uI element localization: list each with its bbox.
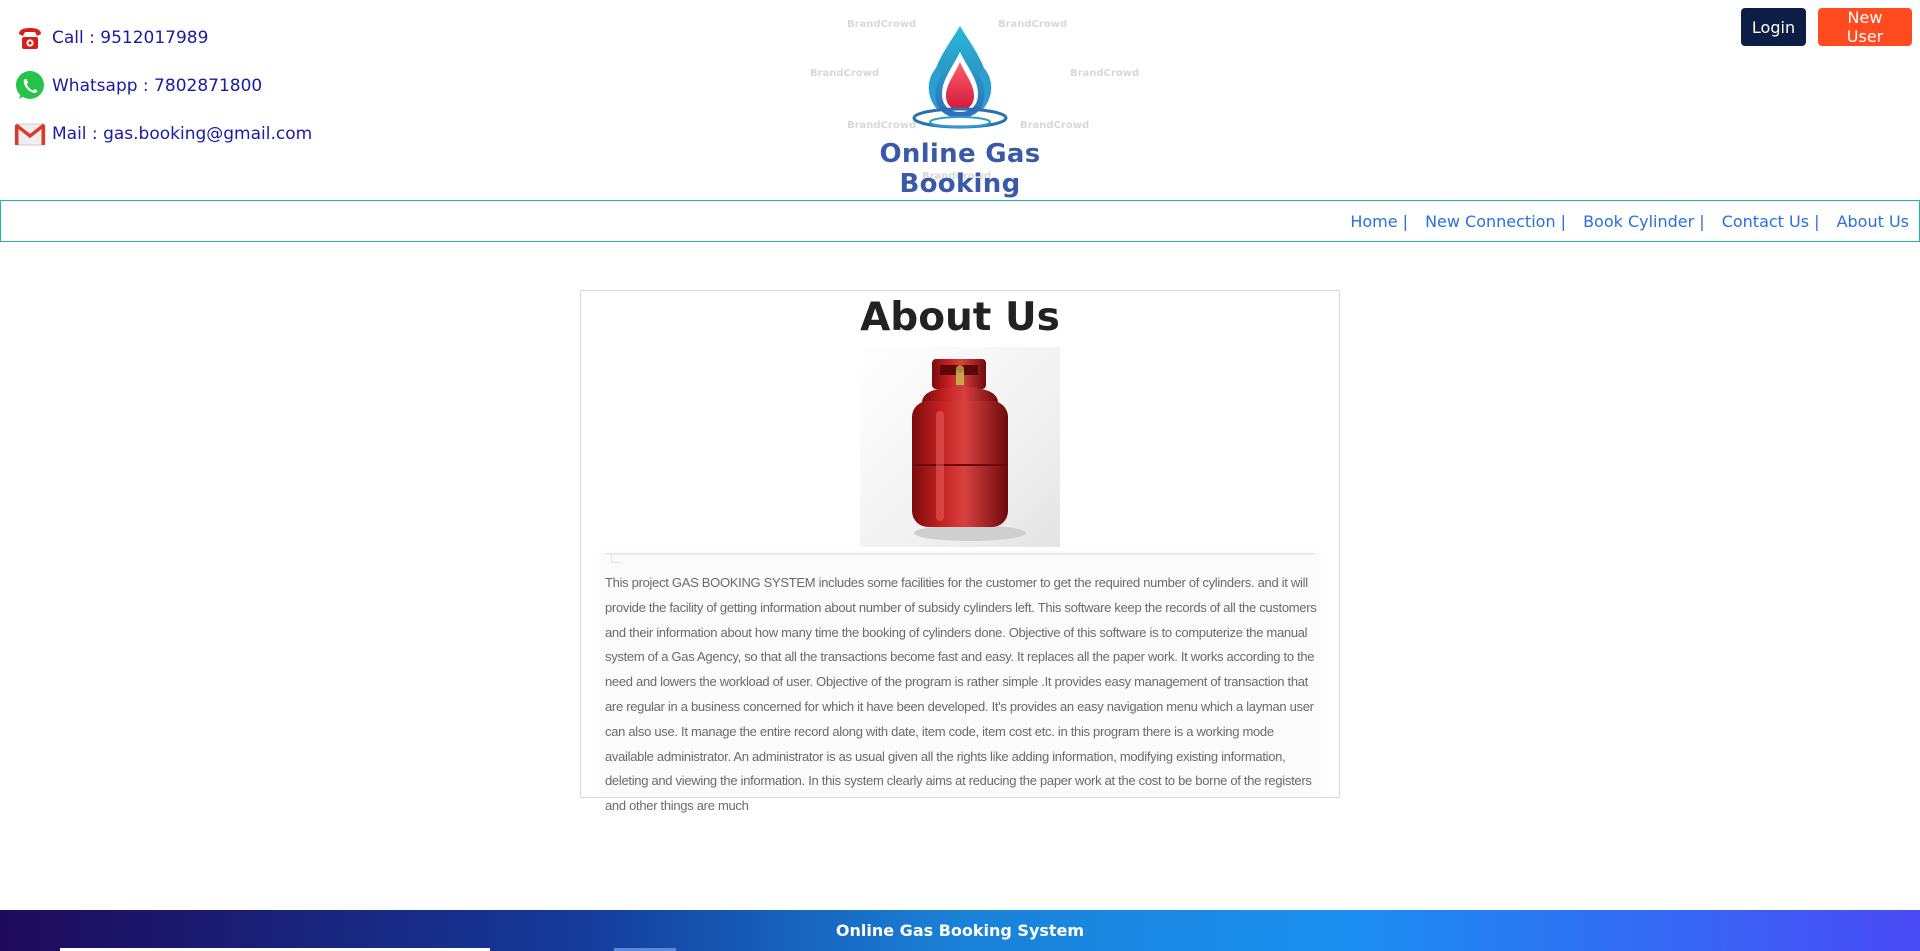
- new-user-button[interactable]: New User: [1818, 8, 1912, 46]
- gas-cylinder-image: [860, 347, 1060, 547]
- about-description: This project GAS BOOKING SYSTEM includes…: [605, 575, 1317, 814]
- contact-whatsapp: Whatsapp : 7802871800: [14, 70, 312, 102]
- whatsapp-icon: [14, 70, 46, 102]
- divider: [605, 553, 1315, 555]
- logo-title: Online Gas Booking: [879, 139, 1041, 199]
- main-nav: Home | New Connection | Book Cylinder | …: [0, 200, 1920, 242]
- site-header: Call : 9512017989 Whatsapp : 7802871800: [0, 0, 1920, 200]
- nav-item-new-connection[interactable]: New Connection |: [1425, 212, 1566, 231]
- call-text: Call : 9512017989: [52, 28, 209, 48]
- divider-notch: [611, 555, 621, 563]
- nav-item-about-us[interactable]: About Us: [1837, 212, 1909, 231]
- gas-cylinder-icon: [912, 359, 1026, 541]
- login-button[interactable]: Login: [1741, 8, 1806, 46]
- about-text-panel: This project GAS BOOKING SYSTEM includes…: [599, 551, 1321, 813]
- page-title: About Us: [860, 295, 1060, 340]
- contact-mail: Mail : gas.booking@gmail.com: [14, 118, 312, 150]
- site-logo[interactable]: BrandCrowd BrandCrowd BrandCrowd BrandCr…: [800, 14, 1139, 199]
- site-footer: Online Gas Booking System: [0, 910, 1920, 951]
- contact-info: Call : 9512017989 Whatsapp : 7802871800: [14, 22, 312, 166]
- nav-item-book-cylinder[interactable]: Book Cylinder |: [1583, 212, 1705, 231]
- mail-text: Mail : gas.booking@gmail.com: [52, 124, 313, 144]
- logo-watermark: BrandCrowd: [1020, 120, 1090, 131]
- flame-drop-icon: [912, 26, 1008, 129]
- whatsapp-text: Whatsapp : 7802871800: [52, 76, 263, 96]
- logo-watermark: BrandCrowd: [1070, 68, 1140, 79]
- nav-item-contact-us[interactable]: Contact Us |: [1722, 212, 1820, 231]
- mail-icon: [14, 118, 46, 150]
- logo-watermark: BrandCrowd: [810, 68, 880, 79]
- telephone-icon: [14, 22, 46, 54]
- footer-text: Online Gas Booking System: [835, 921, 1085, 940]
- nav-item-home[interactable]: Home |: [1350, 212, 1408, 231]
- auth-buttons: Login New User: [1741, 8, 1912, 46]
- contact-call: Call : 9512017989: [14, 22, 312, 54]
- about-us-card: About Us This project GAS BOOKING SYSTEM…: [580, 290, 1340, 813]
